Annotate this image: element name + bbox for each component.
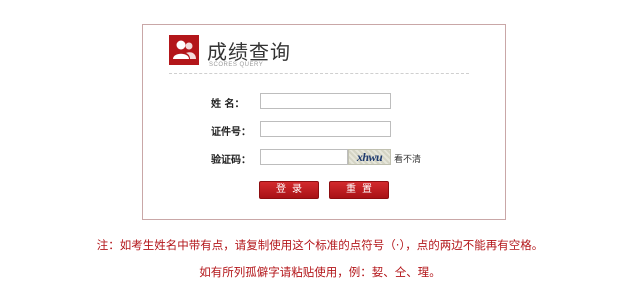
captcha-row: 验证码： xhwu 看不清 [143, 149, 507, 167]
page-subtitle: SCORES QUERY [209, 62, 264, 68]
name-input[interactable] [260, 93, 391, 109]
score-query-page: 成绩查询 SCORES QUERY 姓 名： 证件号： 验证码： xhwu 看不… [0, 0, 640, 299]
id-label: 证件号： [211, 127, 251, 138]
id-row: 证件号： [143, 121, 507, 139]
name-label: 姓 名： [211, 99, 245, 110]
login-button[interactable]: 登录 [259, 181, 319, 199]
header-divider [169, 73, 469, 74]
name-row: 姓 名： [143, 93, 507, 111]
captcha-label: 验证码： [211, 155, 251, 166]
id-number-input[interactable] [260, 121, 391, 137]
note-line-2: 如有所列孤僻字请粘贴使用，例：㛃、仝、瑆。 [199, 265, 441, 279]
captcha-image[interactable]: xhwu [348, 149, 391, 165]
query-panel: 成绩查询 SCORES QUERY 姓 名： 证件号： 验证码： xhwu 看不… [142, 24, 506, 220]
page-title: 成绩查询 [207, 40, 291, 64]
note-line-1: 注：如考生姓名中带有点，请复制使用这个标准的点符号（·），点的两边不能再有空格。 [96, 238, 544, 252]
captcha-input[interactable] [260, 149, 348, 165]
refresh-captcha-link[interactable]: 看不清 [394, 152, 421, 165]
reset-button[interactable]: 重置 [329, 181, 389, 199]
users-icon [169, 35, 199, 65]
